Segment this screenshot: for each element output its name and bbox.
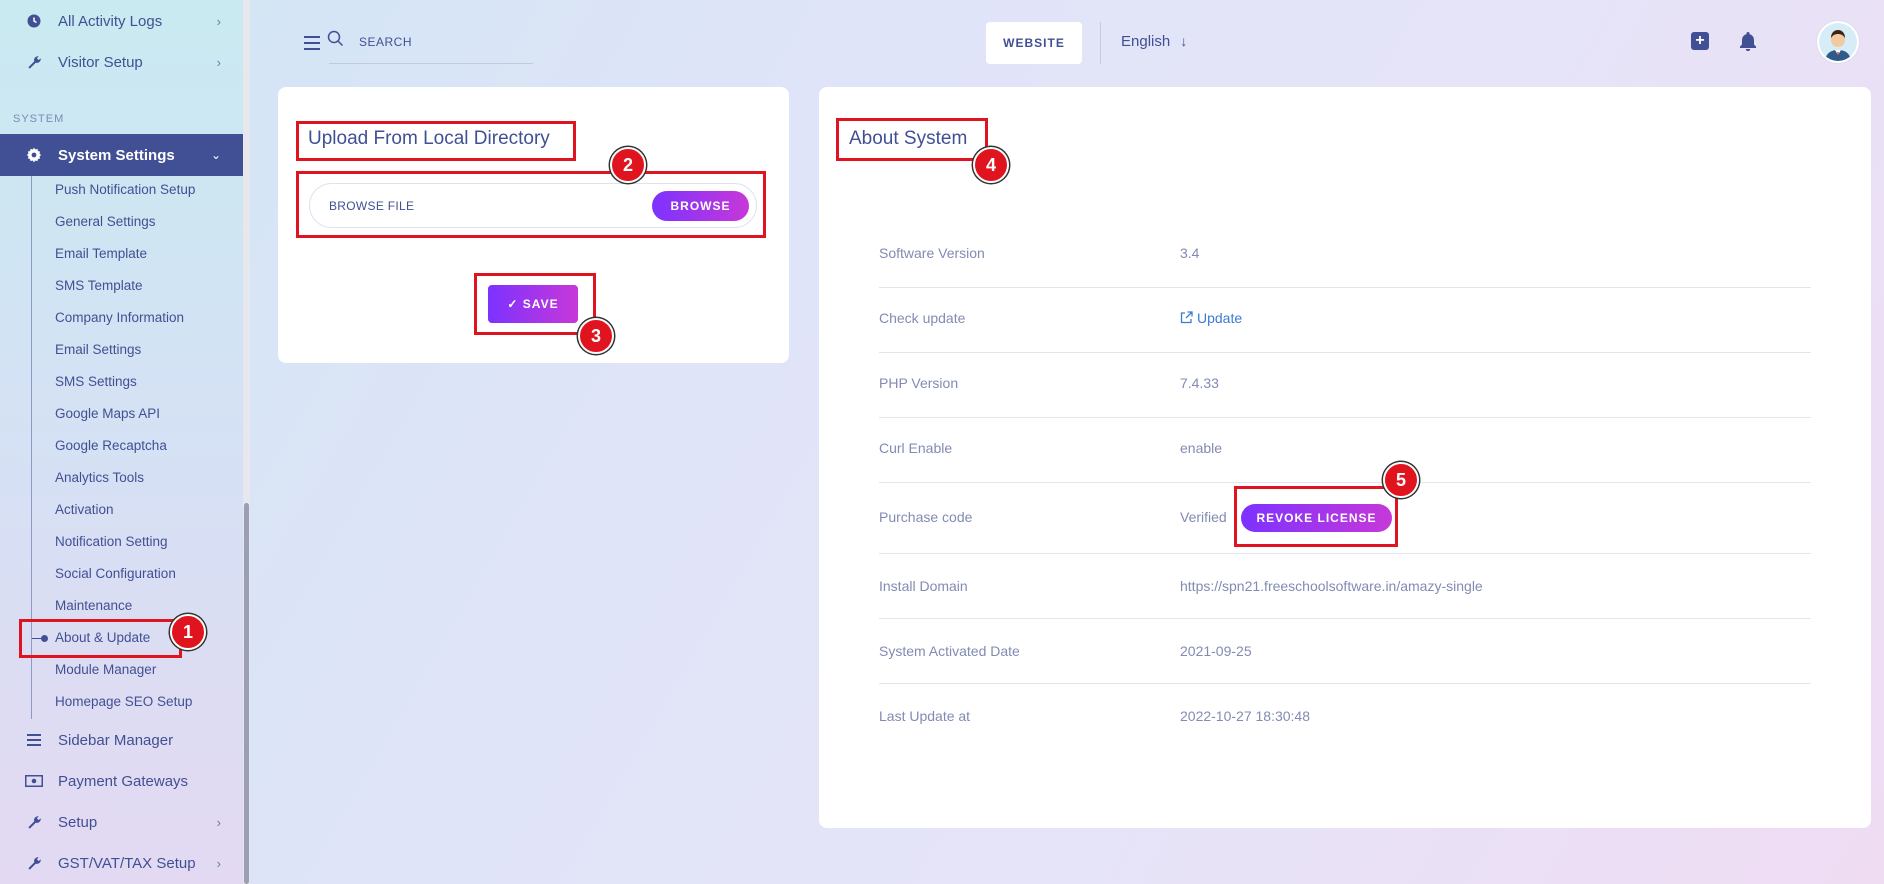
sidebar-item-label: Payment Gateways <box>58 772 189 790</box>
info-row: Last Update at 2022-10-27 18:30:48 <box>879 684 1811 749</box>
submenu-item[interactable]: Company Information <box>55 308 184 328</box>
submenu-item[interactable]: Google Recaptcha <box>55 436 167 456</box>
sidebar-item-label: Visitor Setup <box>58 53 143 71</box>
update-link-label: Update <box>1197 310 1243 326</box>
annotation-badge-3: 3 <box>578 318 614 354</box>
website-button[interactable]: WEBSITE <box>986 22 1082 64</box>
chevron-right-icon: › <box>216 855 221 871</box>
sidebar-item-label: System Settings <box>58 146 175 164</box>
wrench-icon <box>24 812 44 832</box>
search-icon <box>327 30 344 52</box>
submenu-item[interactable]: Notification Setting <box>55 532 168 552</box>
info-key: Last Update at <box>879 708 971 724</box>
chevron-right-icon: › <box>216 13 221 29</box>
info-key: Software Version <box>879 245 985 261</box>
info-value: enable <box>1180 440 1223 456</box>
sidebar-item-all-activity-logs[interactable]: All Activity Logs › <box>0 1 243 41</box>
wrench-icon <box>24 52 44 72</box>
chevron-down-icon: ⌄ <box>210 148 221 162</box>
external-link-icon <box>1180 311 1193 324</box>
highlight-box-5 <box>1234 486 1398 547</box>
sidebar-item-label: Setup <box>58 813 98 831</box>
sidebar-scrollbar-thumb[interactable] <box>244 503 249 884</box>
hamburger-menu-icon[interactable] <box>304 36 320 50</box>
header-divider <box>1100 22 1101 64</box>
info-row: PHP Version 7.4.33 <box>879 353 1811 418</box>
submenu-item[interactable]: Social Configuration <box>55 564 176 584</box>
info-row: Install Domain https://spn21.freeschools… <box>879 554 1811 619</box>
info-key: PHP Version <box>879 375 959 391</box>
sidebar-item-sidebar-manager[interactable]: Sidebar Manager <box>0 720 243 760</box>
info-value: Verified <box>1180 509 1227 525</box>
sidebar-section-label: SYSTEM <box>13 113 65 125</box>
money-icon <box>24 771 44 791</box>
info-value: 3.4 <box>1180 245 1200 261</box>
info-key: Install Domain <box>879 578 968 594</box>
info-key: Curl Enable <box>879 440 953 456</box>
annotation-badge-2: 2 <box>610 147 646 183</box>
update-link[interactable]: Update <box>1180 310 1242 326</box>
search-input[interactable] <box>359 30 529 54</box>
gear-icon <box>24 145 44 165</box>
bell-icon[interactable] <box>1739 31 1757 56</box>
annotation-badge-1: 1 <box>170 614 206 650</box>
info-row: Curl Enable enable <box>879 418 1811 483</box>
submenu-item[interactable]: General Settings <box>55 212 156 232</box>
info-value: 2021-09-25 <box>1180 643 1252 659</box>
submenu-item[interactable]: Email Template <box>55 244 147 264</box>
plus-square-icon[interactable]: + <box>1691 32 1709 50</box>
info-value: https://spn21.freeschoolsoftware.in/amaz… <box>1180 578 1483 594</box>
sidebar-item-label: All Activity Logs <box>58 12 163 30</box>
info-key: Purchase code <box>879 509 973 525</box>
info-row: System Activated Date 2021-09-25 <box>879 619 1811 684</box>
submenu-item[interactable]: SMS Settings <box>55 372 137 392</box>
chevron-right-icon: › <box>216 814 221 830</box>
clock-icon <box>24 11 44 31</box>
list-icon <box>24 730 44 750</box>
search-bar <box>329 26 533 64</box>
info-key: Check update <box>879 310 966 326</box>
info-key: System Activated Date <box>879 643 1020 659</box>
highlight-box-2 <box>296 171 766 238</box>
submenu-item[interactable]: Analytics Tools <box>55 468 144 488</box>
sidebar-item-visitor-setup[interactable]: Visitor Setup › <box>0 42 243 82</box>
annotation-badge-5: 5 <box>1383 462 1419 498</box>
submenu-item[interactable]: Maintenance <box>55 596 132 616</box>
language-selector[interactable]: English ↓ <box>1121 33 1187 50</box>
submenu-item[interactable]: Homepage SEO Setup <box>55 692 192 712</box>
wrench-icon <box>24 853 44 873</box>
sidebar-item-system-settings[interactable]: System Settings ⌄ <box>0 134 243 176</box>
submenu-item[interactable]: Activation <box>55 500 114 520</box>
language-label: English <box>1121 33 1171 50</box>
sidebar-item-setup[interactable]: Setup › <box>0 802 243 842</box>
submenu-item[interactable]: Module Manager <box>55 660 156 680</box>
sidebar-item-payment-gateways[interactable]: Payment Gateways <box>0 761 243 801</box>
highlight-box-upload-title <box>296 121 576 161</box>
sidebar: All Activity Logs › Visitor Setup › SYST… <box>0 0 243 884</box>
chevron-right-icon: › <box>216 54 221 70</box>
highlight-box-3 <box>474 273 596 335</box>
submenu-item[interactable]: Google Maps API <box>55 404 160 424</box>
user-avatar[interactable] <box>1817 21 1859 63</box>
highlight-box-4 <box>836 118 988 161</box>
info-row: Software Version 3.4 <box>879 223 1811 288</box>
info-value: 2022-10-27 18:30:48 <box>1180 708 1310 724</box>
info-value: 7.4.33 <box>1180 375 1219 391</box>
info-row: Check update Update <box>879 288 1811 353</box>
highlight-box-1 <box>19 619 182 658</box>
sidebar-item-label: Sidebar Manager <box>58 731 174 749</box>
submenu-item[interactable]: Push Notification Setup <box>55 180 195 200</box>
sidebar-item-label: GST/VAT/TAX Setup <box>58 854 196 872</box>
submenu-item[interactable]: SMS Template <box>55 276 143 296</box>
arrow-down-icon: ↓ <box>1180 33 1188 49</box>
annotation-badge-4: 4 <box>973 147 1009 183</box>
sidebar-item-gst-vat-tax-setup[interactable]: GST/VAT/TAX Setup › <box>0 843 243 883</box>
submenu-item[interactable]: Email Settings <box>55 340 141 360</box>
